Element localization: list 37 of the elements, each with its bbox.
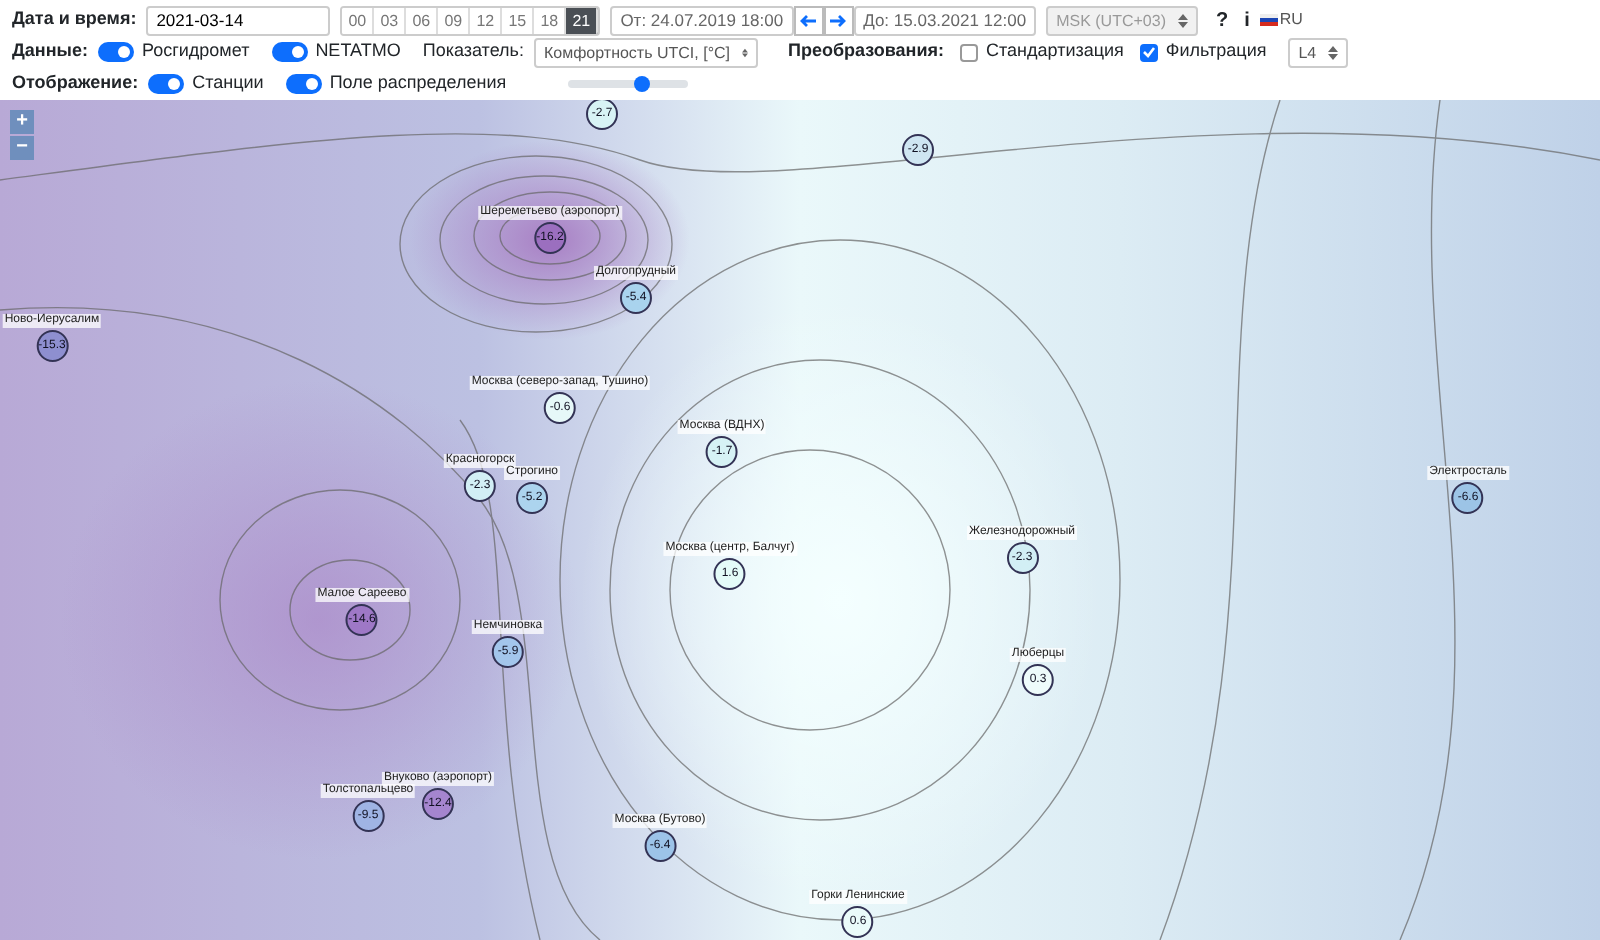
help-link[interactable]: ? [1215, 5, 1229, 35]
info-link[interactable]: i [1244, 5, 1250, 35]
caret-icon [1177, 13, 1188, 27]
transform-option-label: Стандартизация [986, 38, 1124, 65]
source-label: NETATMO [315, 38, 401, 65]
slider-thumb[interactable] [634, 76, 651, 92]
date-label: Дата и время: [12, 6, 137, 33]
date-field[interactable]: 2021-03-14 [146, 5, 331, 35]
toggle-switch[interactable] [148, 74, 185, 94]
display-label: Отображение: [12, 70, 139, 97]
next-button[interactable] [823, 5, 854, 35]
hour-button[interactable]: 00 [342, 7, 375, 33]
opacity-slider[interactable] [568, 80, 689, 88]
layer-label: Станции [192, 70, 264, 97]
caret-icon [742, 45, 748, 59]
arrow-icon [830, 13, 847, 27]
indicator-select[interactable]: Комфортность UTCI, [°C] [533, 37, 758, 67]
toggle-switch[interactable] [271, 42, 308, 62]
arrow-icon [800, 13, 817, 27]
from-date-field[interactable]: От: 24.07.2019 18:00 [610, 5, 794, 35]
checkbox[interactable] [1139, 43, 1158, 61]
checkbox[interactable] [960, 43, 979, 61]
caret-icon [1328, 45, 1339, 59]
toggle-switch[interactable] [285, 74, 322, 94]
filter-level-select[interactable]: L4 [1288, 37, 1349, 67]
to-date-field[interactable]: До: 15.03.2021 12:00 [853, 5, 1037, 35]
indicator-label: Показатель: [422, 38, 524, 65]
toggle-switch[interactable] [97, 42, 134, 62]
transform-option-label: Фильтрация [1165, 38, 1267, 65]
source-label: Росгидромет [141, 38, 250, 65]
previous-button[interactable] [793, 5, 824, 35]
language-link[interactable]: RU [1279, 8, 1303, 32]
data-label: Данные: [12, 38, 88, 65]
flag-icon [1259, 14, 1278, 26]
hour-button[interactable]: 21 [566, 7, 599, 33]
transform-label: Преобразования: [787, 38, 945, 65]
layer-label: Поле распределения [329, 70, 507, 97]
